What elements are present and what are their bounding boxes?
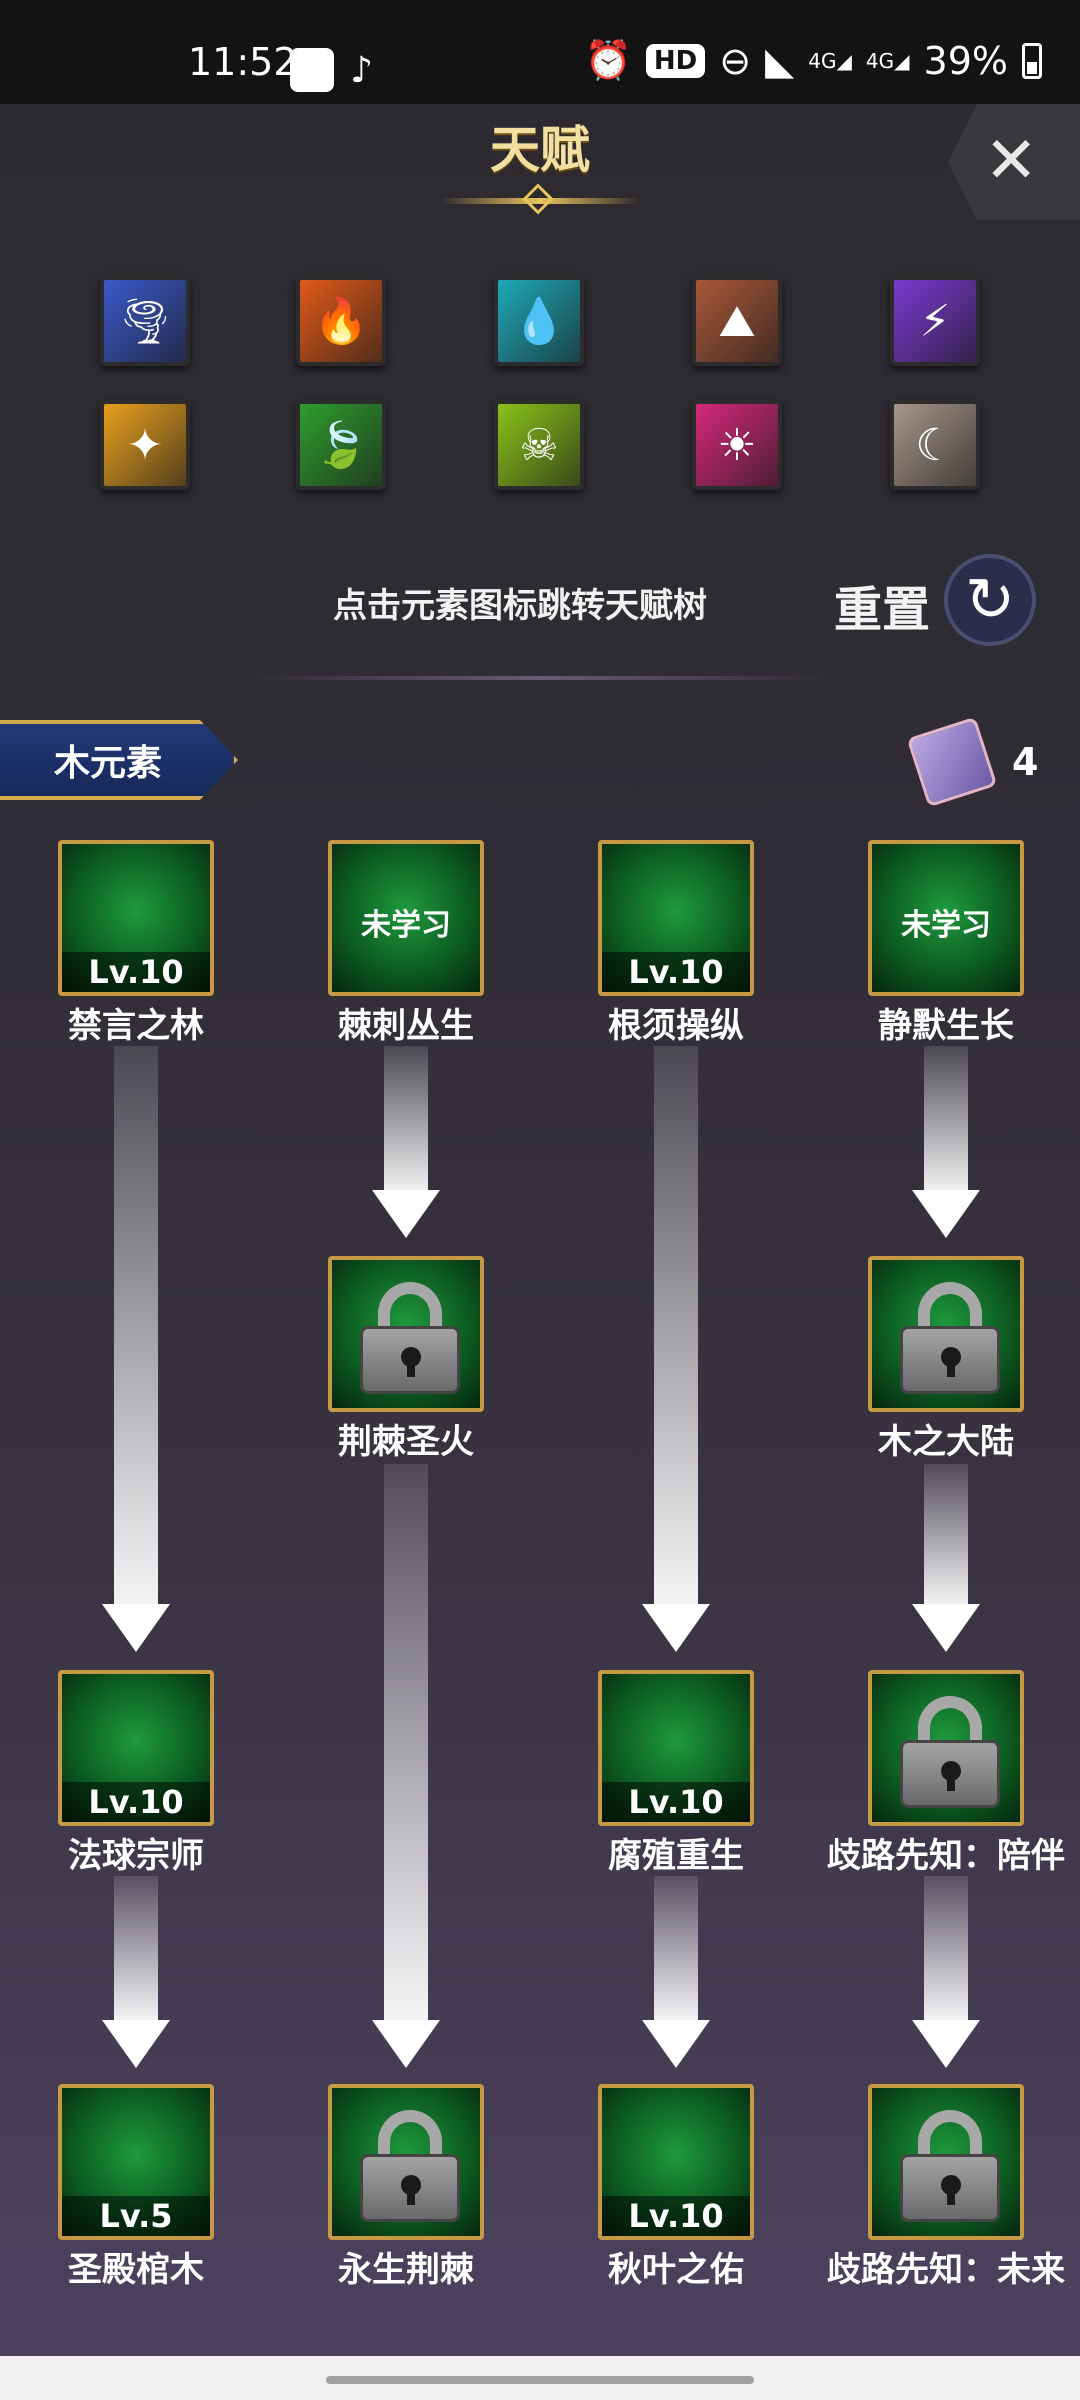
arrow-col1-bottom	[114, 1876, 158, 2022]
fire-element-icon[interactable]: 🔥	[296, 276, 386, 366]
divider	[250, 676, 830, 680]
node-name: 禁言之林	[68, 1006, 204, 1046]
alarm-icon: ⏰	[584, 38, 632, 82]
close-icon[interactable]: ✕	[984, 124, 1038, 198]
lock-icon	[900, 1696, 1000, 1808]
talent-node-n3[interactable]: Lv.10	[598, 840, 754, 996]
node-unlearned-label: 未学习	[901, 908, 991, 943]
arrow-col4-short	[924, 1046, 968, 1194]
lock-icon	[900, 2110, 1000, 2222]
status-time: 11:52	[188, 40, 298, 84]
reset-label[interactable]: 重置	[834, 570, 930, 640]
node-name: 腐殖重生	[608, 1836, 744, 1876]
lock-icon	[360, 2110, 460, 2222]
node-name: 棘刺丛生	[338, 1006, 474, 1046]
arrow-head	[912, 1190, 980, 1238]
node-name: 法球宗师	[68, 1836, 204, 1876]
node-name: 圣殿棺木	[68, 2250, 204, 2290]
arrow-head	[912, 2020, 980, 2068]
wood-element-icon[interactable]: 🍃	[296, 400, 386, 490]
arrow-col4-mid	[924, 1464, 968, 1606]
signal-icon-2: 4G◢	[865, 48, 910, 73]
arrow-col2-long	[384, 1464, 428, 2022]
lock-icon	[900, 1282, 1000, 1394]
node-level: Lv.10	[602, 1782, 750, 1822]
tiktok-notification-icon: ♪	[350, 50, 373, 91]
arrow-col4-bottom	[924, 1876, 968, 2022]
talent-node-n10[interactable]: Lv.5	[58, 2084, 214, 2240]
title-diamond	[522, 183, 554, 215]
node-name: 歧路先知：陪伴	[827, 1836, 1065, 1876]
talent-node-n8[interactable]: Lv.10	[598, 1670, 754, 1826]
node-level: Lv.5	[62, 2196, 210, 2236]
node-name: 荆棘圣火	[338, 1422, 474, 1462]
arrow-head	[642, 1604, 710, 1652]
scroll-count: 4	[1012, 740, 1039, 784]
sun-element-icon[interactable]: ☀	[692, 400, 782, 490]
arrow-col2-short	[384, 1046, 428, 1194]
talent-node-n6[interactable]	[868, 1256, 1024, 1412]
arrow-head	[642, 2020, 710, 2068]
node-unlearned-label: 未学习	[361, 908, 451, 943]
node-name: 木之大陆	[878, 1422, 1014, 1462]
light-element-icon[interactable]: ✦	[100, 400, 190, 490]
dnd-icon: ⊖	[719, 38, 752, 83]
battery-icon	[1022, 42, 1042, 79]
home-indicator[interactable]	[326, 2376, 754, 2384]
arrow-col3-bottom	[654, 1876, 698, 2022]
node-level: Lv.10	[602, 952, 750, 992]
node-level: Lv.10	[602, 2196, 750, 2236]
arrow-col3-long	[654, 1046, 698, 1606]
node-name: 静默生长	[878, 1006, 1014, 1046]
node-name: 永生荆棘	[338, 2250, 474, 2290]
talent-node-n2[interactable]: 未学习	[328, 840, 484, 996]
header: 天赋	[0, 104, 1080, 224]
talent-node-n1[interactable]: Lv.10	[58, 840, 214, 996]
talent-scroll-icon	[906, 716, 998, 808]
wind-element-icon[interactable]: 🌪	[100, 276, 190, 366]
node-level: Lv.10	[62, 952, 210, 992]
node-name: 根须操纵	[608, 1006, 744, 1046]
redo-icon[interactable]: ↻	[944, 554, 1036, 646]
battery-percent: 39%	[923, 38, 1008, 83]
talent-node-n12[interactable]: Lv.10	[598, 2084, 754, 2240]
arrow-head	[372, 1190, 440, 1238]
arrow-head	[372, 2020, 440, 2068]
talent-node-n13[interactable]	[868, 2084, 1024, 2240]
wifi-icon: ◣	[765, 38, 795, 83]
talent-node-n11[interactable]	[328, 2084, 484, 2240]
app-notification-icon	[290, 48, 334, 92]
page-title: 天赋	[490, 120, 590, 179]
node-name: 歧路先知：未来	[827, 2250, 1065, 2290]
node-level: Lv.10	[62, 1782, 210, 1822]
arrow-head	[102, 2020, 170, 2068]
talent-node-n5[interactable]	[328, 1256, 484, 1412]
talent-node-n4[interactable]: 未学习	[868, 840, 1024, 996]
arrow-head	[912, 1604, 980, 1652]
earth-element-icon[interactable]: ⛰	[692, 276, 782, 366]
thunder-element-icon[interactable]: ⚡	[890, 276, 980, 366]
moon-element-icon[interactable]: ☾	[890, 400, 980, 490]
hd-badge: HD	[645, 43, 706, 78]
element-tab-label: 木元素	[54, 743, 163, 784]
node-name: 秋叶之佑	[608, 2250, 744, 2290]
talent-node-n9[interactable]	[868, 1670, 1024, 1826]
water-element-icon[interactable]: 💧	[494, 276, 584, 366]
arrow-col1-long	[114, 1046, 158, 1606]
poison-element-icon[interactable]: ☠	[494, 400, 584, 490]
lock-icon	[360, 1282, 460, 1394]
talent-node-n7[interactable]: Lv.10	[58, 1670, 214, 1826]
arrow-head	[102, 1604, 170, 1652]
status-icons: ⏰ HD ⊖ ◣ 4G◢ 4G◢ 39%	[585, 38, 1042, 83]
signal-icon-1: 4G◢	[808, 48, 852, 73]
